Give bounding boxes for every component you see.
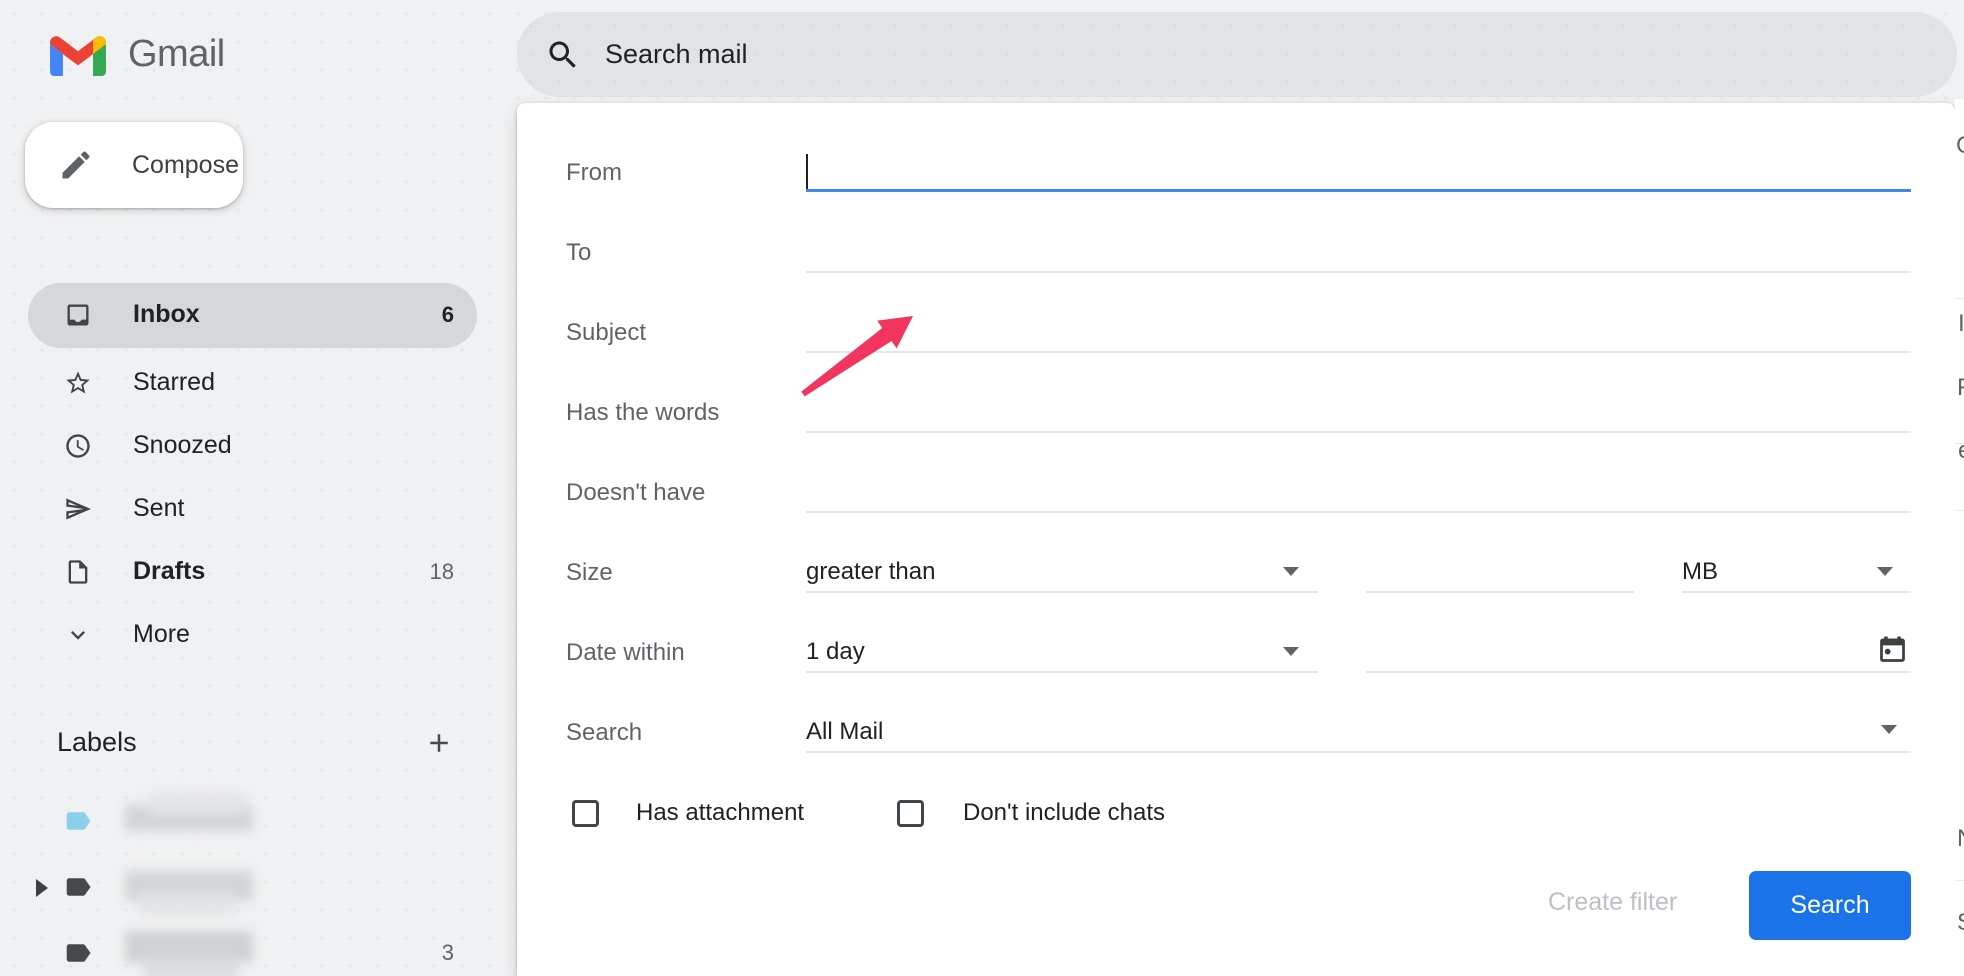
redacted-label-text xyxy=(125,799,257,843)
sidebar-item-label: Sent xyxy=(133,494,184,523)
annotation-arrow xyxy=(795,306,925,401)
search-input-placeholder: Search mail xyxy=(605,39,748,70)
user-label-row-2[interactable] xyxy=(28,859,477,915)
size-label: Size xyxy=(566,559,613,587)
label-count-badge: 3 xyxy=(442,940,454,966)
send-icon xyxy=(64,495,92,523)
clipped-text-fragment: S xyxy=(1957,909,1964,937)
row-divider xyxy=(1955,298,1964,299)
sidebar-item-more[interactable]: More xyxy=(28,603,477,666)
clipped-text-fragment: e xyxy=(1958,437,1964,465)
star-icon xyxy=(64,369,92,397)
sidebar-item-starred[interactable]: Starred xyxy=(28,351,477,414)
sidebar-item-sent[interactable]: Sent xyxy=(28,477,477,540)
size-operator-select[interactable]: greater than xyxy=(806,558,935,586)
compose-label: Compose xyxy=(132,151,239,180)
background-mail-list-edge: C I F e N S xyxy=(1955,99,1964,976)
redacted-label-text xyxy=(125,931,257,975)
to-label: To xyxy=(566,239,591,267)
sidebar-item-snoozed[interactable]: Snoozed xyxy=(28,414,477,477)
advanced-search-panel: From To Subject Has the words Doesn't ha… xyxy=(517,103,1955,976)
dont-include-chats-label: Don't include chats xyxy=(963,799,1165,827)
expand-arrow-icon[interactable] xyxy=(36,879,48,897)
chevron-down-icon[interactable] xyxy=(1283,567,1299,576)
gmail-wordmark: Gmail xyxy=(128,33,225,76)
size-amount-input[interactable] xyxy=(1366,591,1634,593)
sidebar-item-label: More xyxy=(133,620,190,649)
row-divider xyxy=(1955,443,1964,444)
draft-icon xyxy=(64,558,92,586)
size-unit-underline xyxy=(1682,591,1911,593)
sidebar-item-drafts[interactable]: Drafts 18 xyxy=(28,540,477,603)
doesnt-have-label: Doesn't have xyxy=(566,479,705,507)
clipped-text-fragment: C xyxy=(1956,132,1964,160)
search-scope-label: Search xyxy=(566,719,642,747)
subject-label: Subject xyxy=(566,319,646,347)
user-label-row-3[interactable]: 3 xyxy=(28,925,477,976)
inbox-icon xyxy=(64,301,92,329)
search-button-label: Search xyxy=(1790,891,1869,920)
has-attachment-label: Has attachment xyxy=(636,799,804,827)
search-scope-select[interactable]: All Mail xyxy=(806,718,883,746)
user-label-row-1[interactable] xyxy=(28,793,477,849)
chevron-down-icon[interactable] xyxy=(1877,567,1893,576)
drafts-count-badge: 18 xyxy=(430,559,454,585)
row-divider xyxy=(1955,510,1964,511)
has-attachment-checkbox[interactable] xyxy=(572,800,599,827)
search-mail-bar[interactable]: Search mail xyxy=(517,12,1957,97)
clipped-text-fragment: I xyxy=(1958,310,1964,338)
has-words-label: Has the words xyxy=(566,399,719,427)
calendar-icon[interactable] xyxy=(1876,633,1909,666)
subject-input[interactable] xyxy=(806,351,1911,353)
size-operator-underline xyxy=(806,591,1318,593)
redacted-label-text xyxy=(125,865,257,909)
row-divider xyxy=(1955,880,1964,881)
labels-title: Labels xyxy=(57,727,137,758)
to-input[interactable] xyxy=(806,271,1911,273)
dont-include-chats-checkbox[interactable] xyxy=(897,800,924,827)
search-icon xyxy=(545,37,581,73)
gmail-logo[interactable]: Gmail xyxy=(50,33,225,76)
from-label: From xyxy=(566,159,622,187)
date-range-select[interactable]: 1 day xyxy=(806,638,865,666)
sidebar-item-label: Drafts xyxy=(133,557,205,586)
chevron-down-icon[interactable] xyxy=(1881,725,1897,734)
date-within-label: Date within xyxy=(566,639,685,667)
gmail-m-icon xyxy=(50,33,106,76)
chevron-down-icon xyxy=(64,621,92,649)
doesnt-have-input[interactable] xyxy=(806,511,1911,513)
sidebar-item-label: Snoozed xyxy=(133,431,232,460)
date-input[interactable] xyxy=(1366,671,1911,673)
clock-icon xyxy=(64,432,92,460)
clipped-text-fragment: N xyxy=(1957,825,1964,853)
sidebar-item-label: Starred xyxy=(133,368,215,397)
plus-icon[interactable] xyxy=(424,728,454,758)
pencil-icon xyxy=(58,147,94,183)
sidebar-item-inbox[interactable]: Inbox 6 xyxy=(28,283,477,346)
labels-section-header: Labels xyxy=(57,727,454,758)
date-range-underline xyxy=(806,671,1318,673)
inbox-count-badge: 6 xyxy=(442,302,454,328)
search-scope-underline xyxy=(806,751,1911,753)
from-focus-underline xyxy=(806,189,1911,192)
clipped-text-fragment: F xyxy=(1957,374,1964,402)
label-icon xyxy=(63,938,93,968)
label-icon xyxy=(63,872,93,902)
has-words-input[interactable] xyxy=(806,431,1911,433)
label-icon xyxy=(63,806,93,836)
create-filter-button[interactable]: Create filter xyxy=(1548,888,1677,917)
compose-button[interactable]: Compose xyxy=(25,122,243,208)
gmail-app: Gmail Compose Inbox 6 Starred xyxy=(0,0,1964,976)
sidebar-item-label: Inbox xyxy=(133,300,200,329)
search-button[interactable]: Search xyxy=(1749,871,1911,940)
size-unit-select[interactable]: MB xyxy=(1682,558,1718,586)
chevron-down-icon[interactable] xyxy=(1283,647,1299,656)
text-caret xyxy=(806,154,808,190)
